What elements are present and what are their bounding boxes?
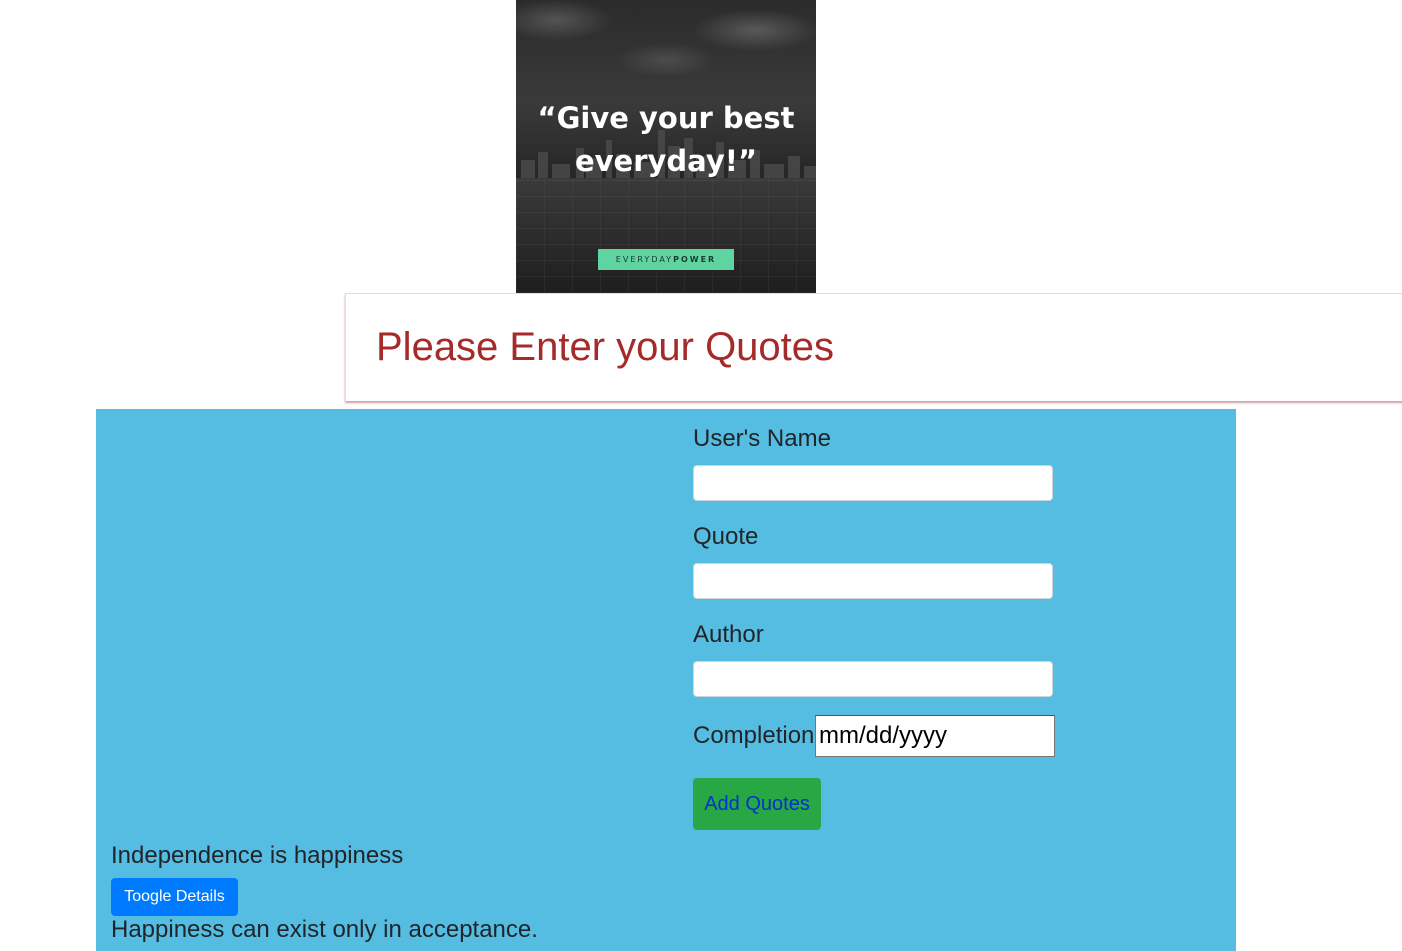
completion-label: Completion (693, 722, 815, 749)
brand-bold-text: POWER (673, 255, 717, 264)
author-label: Author (693, 621, 764, 648)
banner-quote-line-1: “Give your best (537, 101, 795, 135)
banner-quote-line-2: everyday!” (574, 144, 758, 178)
quote-banner-image: “Give your best everyday!” EVERYDAYPOWER (516, 0, 816, 293)
brand-light-text: EVERYDAY (615, 255, 674, 264)
quote-item-1-text: Independence is happiness (111, 842, 404, 869)
quote-label: Quote (693, 523, 759, 550)
banner-ground (516, 178, 816, 293)
add-quotes-button[interactable]: Add Quotes (693, 778, 821, 830)
author-input[interactable] (693, 661, 1053, 697)
page-header-card: Please Enter your Quotes (345, 293, 1402, 401)
users-name-input[interactable] (693, 465, 1053, 501)
banner-sky (516, 0, 816, 90)
main-panel: User's Name Quote Author Completion mm/d… (96, 409, 1236, 951)
page-title: Please Enter your Quotes (376, 325, 835, 369)
everyday-power-logo: EVERYDAYPOWER (598, 249, 734, 270)
completion-date-input[interactable]: mm/dd/yyyy (815, 715, 1055, 757)
banner-quote-text: “Give your best everyday!” (516, 97, 816, 183)
quote-input[interactable] (693, 563, 1053, 599)
toggle-details-button[interactable]: Toogle Details (111, 878, 238, 916)
quote-item-2-text: Happiness can exist only in acceptance. (111, 916, 538, 943)
users-name-label: User's Name (693, 425, 831, 452)
